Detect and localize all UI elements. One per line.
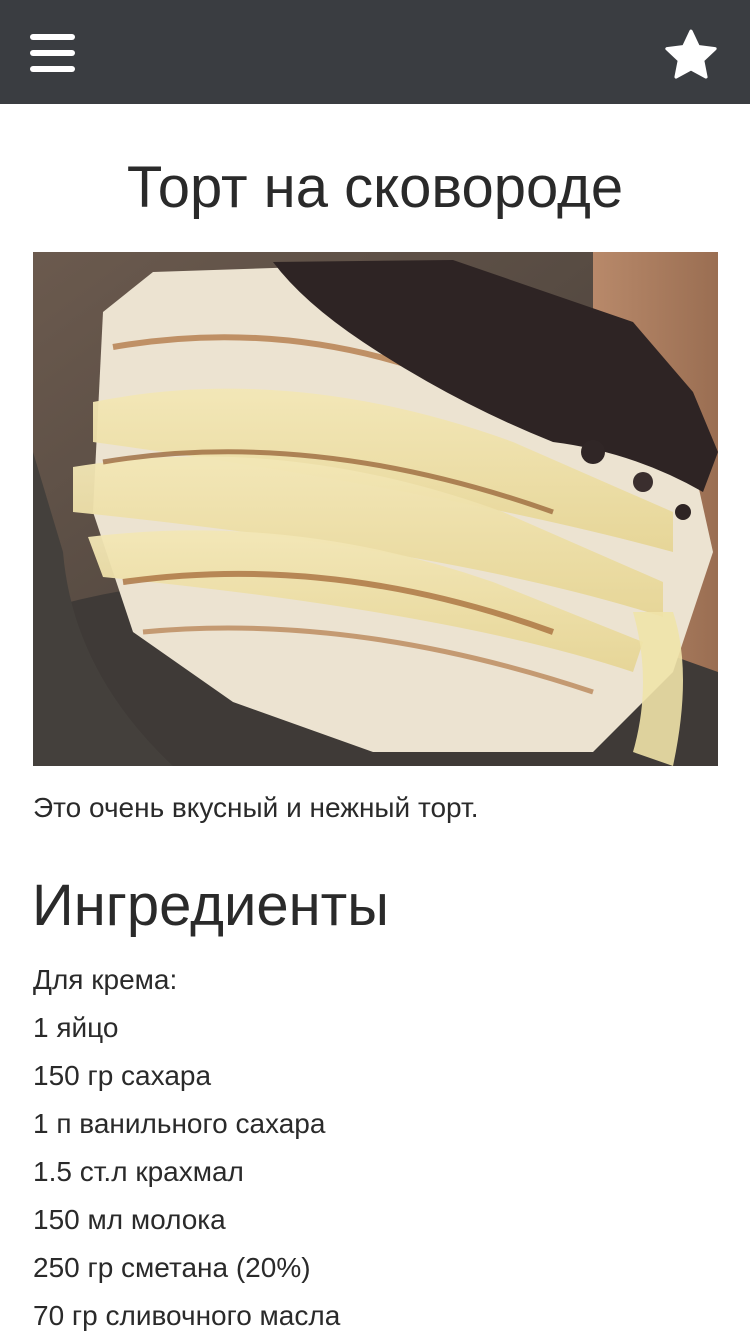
ingredient-item: 250 гр сметана (20%) — [33, 1252, 311, 1283]
ingredient-item: Для крема: — [33, 964, 178, 995]
ingredients-heading: Ингредиенты — [32, 873, 389, 938]
ingredient-item: 150 гр сахара — [33, 1060, 212, 1091]
ingredient-item: 70 гр сливочного масла — [33, 1300, 341, 1331]
cake-slice-photo — [33, 252, 718, 766]
menu-bar-line — [30, 66, 75, 72]
ingredients-list: Для крема: 1 яйцо 150 гр сахара 1 п вани… — [33, 956, 340, 1340]
menu-bar-line — [30, 34, 75, 40]
star-icon[interactable] — [662, 27, 720, 83]
ingredient-item: 150 мл молока — [33, 1204, 226, 1235]
ingredient-item: 1.5 ст.л крахмал — [33, 1156, 244, 1187]
menu-bar-line — [30, 50, 75, 56]
ingredient-item: 1 п ванильного сахара — [33, 1108, 326, 1139]
star-shape — [665, 29, 717, 79]
ingredient-item: 1 яйцо — [33, 1012, 119, 1043]
hamburger-menu-icon[interactable] — [30, 32, 76, 74]
recipe-description: Это очень вкусный и нежный торт. — [33, 792, 479, 823]
recipe-title: Торт на сковороде — [126, 155, 624, 220]
top-app-bar — [0, 0, 750, 104]
cake-photo-illustration — [33, 252, 718, 766]
